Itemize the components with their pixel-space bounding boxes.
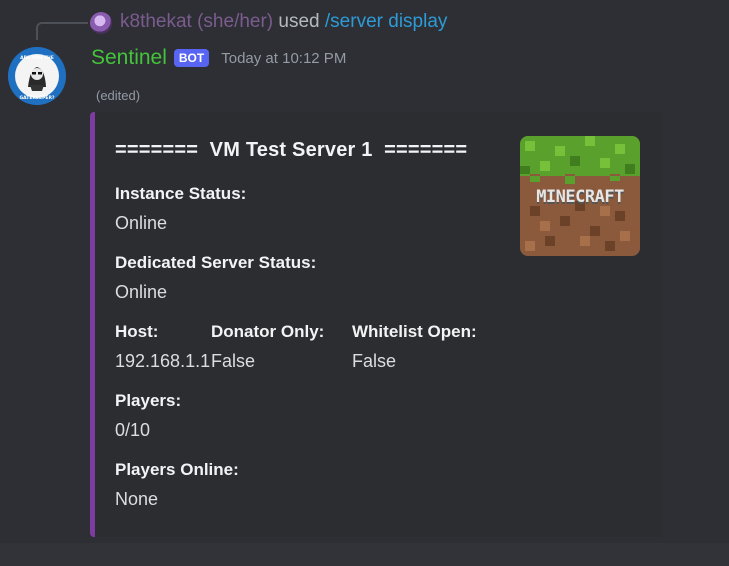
field-name: Donator Only:: [211, 322, 325, 341]
avatar[interactable]: ARE YOU THE GATEKEEPER?: [8, 47, 66, 105]
field-value: Online: [115, 213, 168, 233]
field-name: Whitelist Open:: [352, 322, 477, 341]
field-value: False: [211, 351, 256, 371]
field-players-online: Players Online: None: [115, 460, 239, 510]
field-instance-status: Instance Status: Online: [115, 184, 246, 234]
command-user-avatar[interactable]: [90, 12, 112, 34]
minecraft-logo-text: MINECRAFT: [536, 187, 624, 207]
svg-text:GATEKEEPER?: GATEKEEPER?: [19, 95, 54, 101]
author-name[interactable]: Sentinel: [91, 46, 167, 70]
field-name: Instance Status:: [115, 184, 247, 203]
message-list-bottom: [0, 543, 729, 566]
bot-badge: BOT: [173, 49, 210, 67]
embed-title: ======= VM Test Server 1 =======: [115, 139, 468, 161]
message-header: Sentinel BOT Today at 10:12 PM: [91, 46, 346, 70]
field-value: None: [115, 489, 159, 509]
embed-thumbnail[interactable]: MINECRAFT MINECRAFT: [520, 136, 640, 256]
svg-text:ARE YOU THE: ARE YOU THE: [20, 55, 54, 61]
edited-label: (edited): [96, 88, 141, 103]
command-invocation: k8thekat (she/her) used /server display: [120, 11, 447, 33]
command-user-name[interactable]: k8thekat (she/her): [120, 11, 273, 32]
field-value: 0/10: [115, 420, 151, 440]
field-name: Players:: [115, 391, 182, 410]
field-donator-only: Donator Only: False: [211, 322, 324, 372]
command-used-label: used: [278, 11, 320, 32]
reply-spine: [36, 22, 88, 40]
field-value: False: [352, 351, 397, 371]
field-host: Host: 192.168.1.1: [115, 322, 210, 372]
field-value: Online: [115, 282, 168, 302]
embed-card: ======= VM Test Server 1 ======= MINECRA…: [90, 112, 663, 537]
field-name: Players Online:: [115, 460, 239, 479]
message-timestamp[interactable]: Today at 10:12 PM: [221, 50, 346, 67]
field-name: Host:: [115, 322, 159, 341]
field-whitelist-open: Whitelist Open: False: [352, 322, 477, 372]
field-dedicated-server-status: Dedicated Server Status: Online: [115, 253, 316, 303]
command-name-link[interactable]: /server display: [325, 11, 448, 32]
field-value: 192.168.1.1: [115, 351, 211, 371]
field-players: Players: 0/10: [115, 391, 181, 441]
field-name: Dedicated Server Status:: [115, 253, 317, 272]
